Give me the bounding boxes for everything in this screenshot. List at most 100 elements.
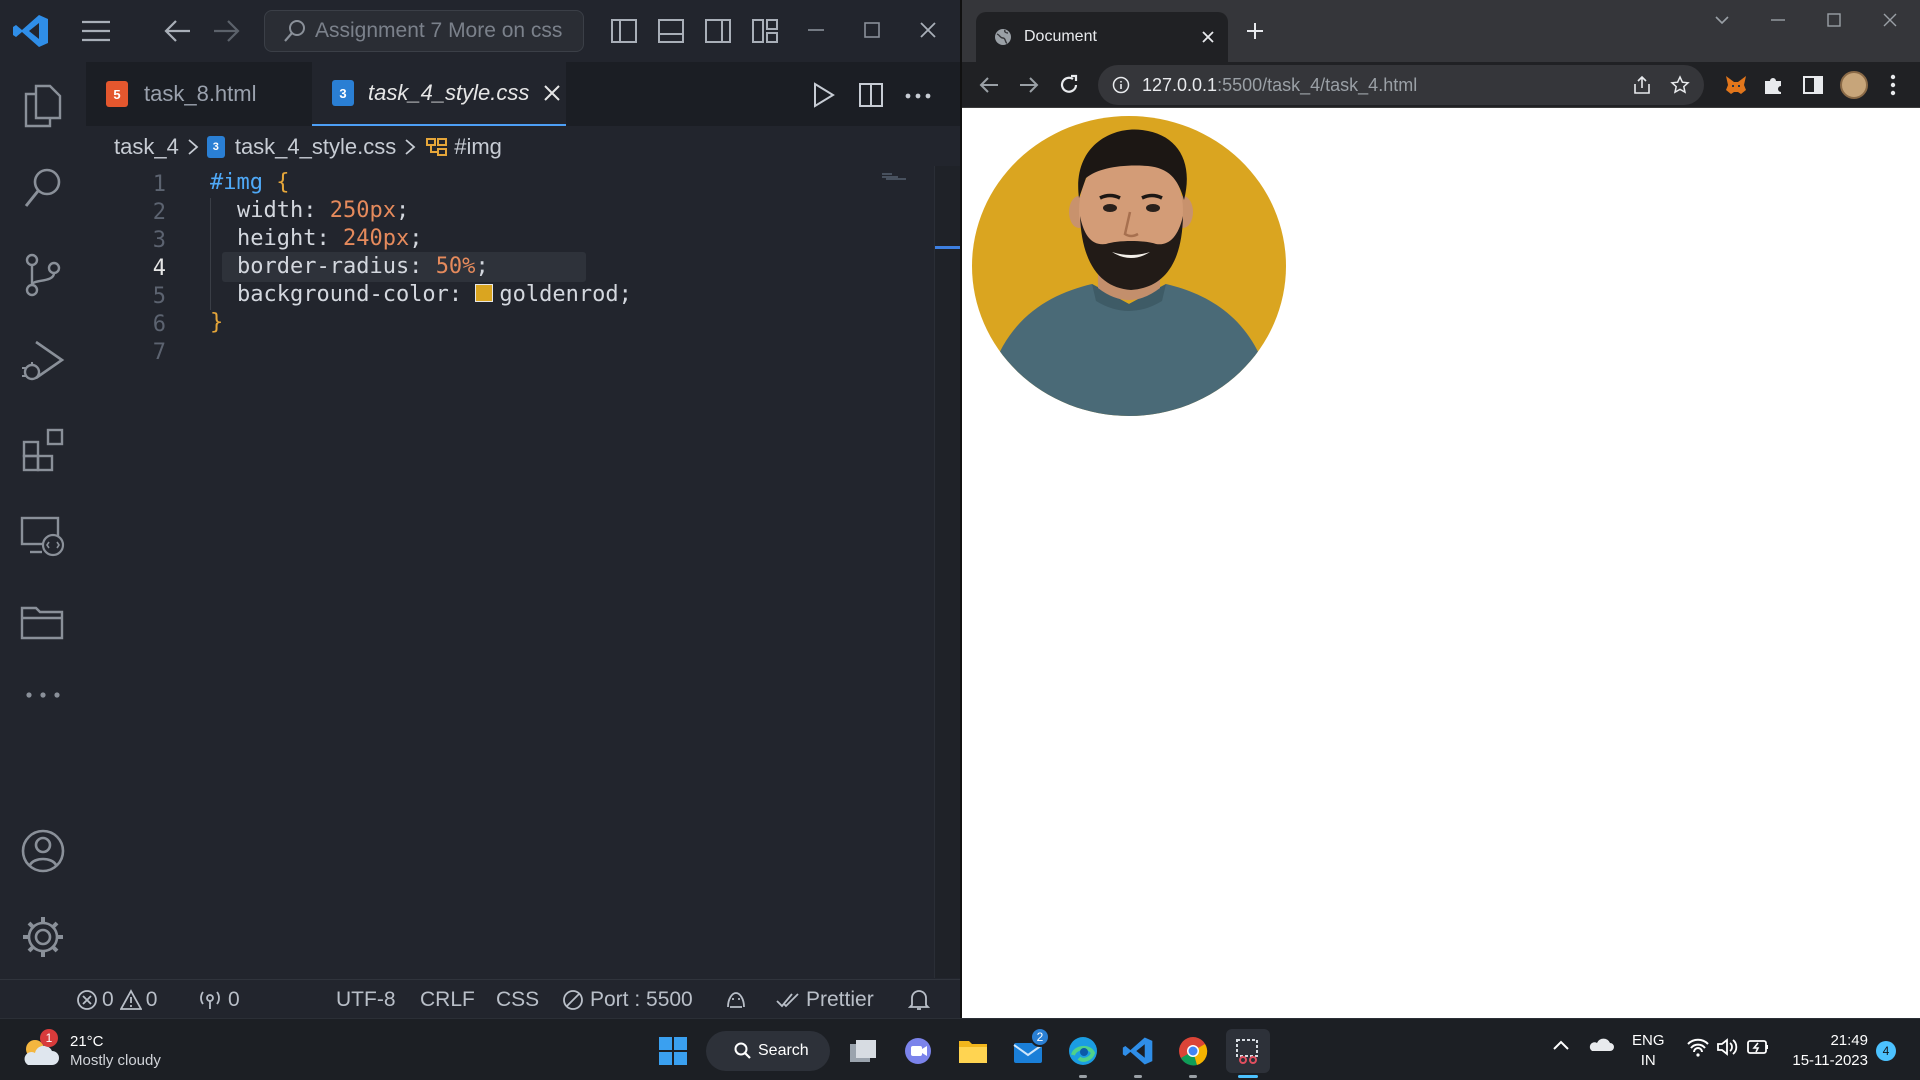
onedrive-cloud-icon[interactable] (1588, 1037, 1614, 1053)
close-tab-icon[interactable] (1202, 31, 1214, 43)
notification-count-badge[interactable]: 4 (1876, 1041, 1896, 1061)
toggle-panel-icon[interactable] (657, 18, 685, 44)
clock[interactable]: 21:49 15-11-2023 (1784, 1031, 1868, 1071)
breadcrumb-file[interactable]: task_4_style.css (235, 134, 396, 160)
html-file-icon: 5 (106, 81, 128, 107)
forward-arrow-icon[interactable] (212, 18, 240, 44)
encoding-indicator[interactable]: UTF-8 (336, 980, 396, 1018)
forward-arrow-icon[interactable] (1018, 74, 1040, 96)
tab-task-8-html[interactable]: 5 task_8.html (86, 62, 308, 126)
language-indicator[interactable]: ENG IN (1632, 1031, 1665, 1071)
line-number: 5 (152, 284, 166, 309)
chrome-taskbar-icon[interactable] (1171, 1029, 1215, 1073)
toggle-primary-sidebar-icon[interactable] (610, 18, 638, 44)
maximize-icon[interactable] (1826, 12, 1842, 28)
accounts-icon[interactable] (20, 828, 66, 874)
eol-indicator[interactable]: CRLF (420, 980, 475, 1018)
tab-label: task_4_style.css (368, 80, 530, 105)
mail-icon[interactable]: 2 (1006, 1027, 1050, 1073)
browser-tab-document[interactable]: Document (976, 12, 1228, 62)
language-mode[interactable]: CSS (496, 980, 539, 1018)
remote-explorer-icon[interactable] (20, 514, 66, 558)
breadcrumb-folder[interactable]: task_4 (114, 134, 179, 160)
reload-icon[interactable] (1058, 74, 1080, 96)
tab-task-4-style-css[interactable]: 3 task_4_style.css (312, 62, 566, 126)
semicolon: ; (395, 198, 410, 223)
tab-search-chevron-icon[interactable] (1714, 14, 1730, 26)
vertical-scrollbar[interactable] (934, 166, 960, 978)
run-and-debug-icon[interactable] (20, 338, 66, 384)
editor-tab-bar: 5 task_8.html 3 task_4_style.css (86, 62, 960, 126)
notifications-bell-icon[interactable] (908, 980, 930, 1018)
site-info-icon[interactable] (1112, 76, 1130, 94)
close-icon[interactable] (918, 20, 938, 40)
manage-gear-icon[interactable] (20, 914, 66, 960)
ports-count: 0 (228, 987, 240, 1011)
minimize-icon[interactable] (1770, 18, 1786, 22)
problems-indicator[interactable]: 0 0 (76, 980, 157, 1018)
close-window-icon[interactable] (1882, 12, 1898, 28)
code-line-1: #img { (210, 170, 289, 195)
minimize-icon[interactable] (806, 20, 826, 40)
metamask-fox-icon[interactable] (1724, 74, 1748, 96)
weather-widget[interactable]: 1 21°C Mostly cloudy (20, 1029, 210, 1073)
task-view-icon[interactable] (841, 1029, 885, 1073)
minimap[interactable] (882, 172, 912, 180)
show-hidden-icons-chevron-icon[interactable] (1552, 1039, 1570, 1051)
more-views-icon[interactable] (24, 690, 62, 700)
running-indicator (1079, 1075, 1087, 1078)
run-code-icon[interactable] (812, 82, 836, 108)
color-swatch[interactable] (475, 284, 494, 302)
wifi-icon[interactable] (1686, 1037, 1710, 1057)
language-code: ENG (1632, 1032, 1665, 1049)
more-actions-icon[interactable] (904, 92, 932, 100)
windows-start-icon[interactable] (651, 1029, 695, 1073)
edge-browser-icon[interactable] (1061, 1029, 1105, 1073)
share-icon[interactable] (1632, 75, 1652, 95)
profile-image (972, 116, 1286, 416)
explorer-icon[interactable] (22, 84, 64, 128)
snipping-tool-icon[interactable] (1226, 1029, 1270, 1073)
back-arrow-icon[interactable] (978, 74, 1000, 96)
semicolon: ; (475, 254, 489, 279)
extensions-icon[interactable] (22, 428, 66, 472)
chrome-menu-icon[interactable] (1890, 74, 1896, 96)
file-explorer-icon[interactable] (951, 1029, 995, 1073)
source-control-icon[interactable] (22, 252, 64, 298)
command-center-search[interactable]: Assignment 7 More on css (264, 10, 584, 52)
close-tab-icon[interactable] (543, 84, 561, 102)
back-arrow-icon[interactable] (164, 18, 192, 44)
new-tab-plus-icon[interactable] (1246, 22, 1264, 40)
profile-avatar[interactable] (1840, 71, 1868, 99)
prettier-indicator[interactable]: Prettier (776, 980, 874, 1018)
line-number: 3 (152, 228, 166, 253)
live-server-port[interactable]: Port : 5500 (562, 980, 693, 1018)
customize-layout-icon[interactable] (751, 18, 779, 44)
split-editor-icon[interactable] (858, 82, 884, 108)
side-panel-icon[interactable] (1802, 74, 1824, 96)
taskbar-search[interactable]: Search (706, 1031, 830, 1071)
extensions-puzzle-icon[interactable] (1762, 74, 1784, 96)
feedback-icon[interactable] (724, 980, 748, 1018)
line-number: 2 (152, 200, 166, 225)
toggle-secondary-sidebar-icon[interactable] (704, 18, 732, 44)
volume-icon[interactable] (1716, 1037, 1738, 1057)
code-editor[interactable]: 1 2 3 4 5 6 7 #img { width: 250px; heigh… (86, 166, 934, 978)
chevron-right-icon (404, 138, 416, 156)
activity-bar (0, 62, 86, 979)
code-line-3: height: 240px; (237, 226, 422, 251)
bookmark-star-icon[interactable] (1670, 75, 1690, 95)
maximize-icon[interactable] (862, 20, 882, 40)
menu-icon[interactable] (80, 18, 112, 44)
address-bar[interactable]: 127.0.0.1:5500/task_4/task_4.html (1098, 65, 1704, 105)
vscode-taskbar-icon[interactable] (1116, 1029, 1160, 1073)
css-selector: #img (210, 170, 263, 195)
warning-icon (119, 988, 142, 1011)
teams-chat-icon[interactable] (896, 1029, 940, 1073)
ports-indicator[interactable]: 0 (198, 980, 240, 1018)
breadcrumb-symbol[interactable]: #img (454, 134, 502, 160)
status-bar: 0 0 0 UTF-8 CRLF CSS Port : 5500 Prettie… (0, 979, 960, 1018)
battery-charging-icon[interactable] (1746, 1038, 1770, 1056)
project-folders-icon[interactable] (20, 602, 66, 642)
search-sidebar-icon[interactable] (22, 166, 64, 210)
